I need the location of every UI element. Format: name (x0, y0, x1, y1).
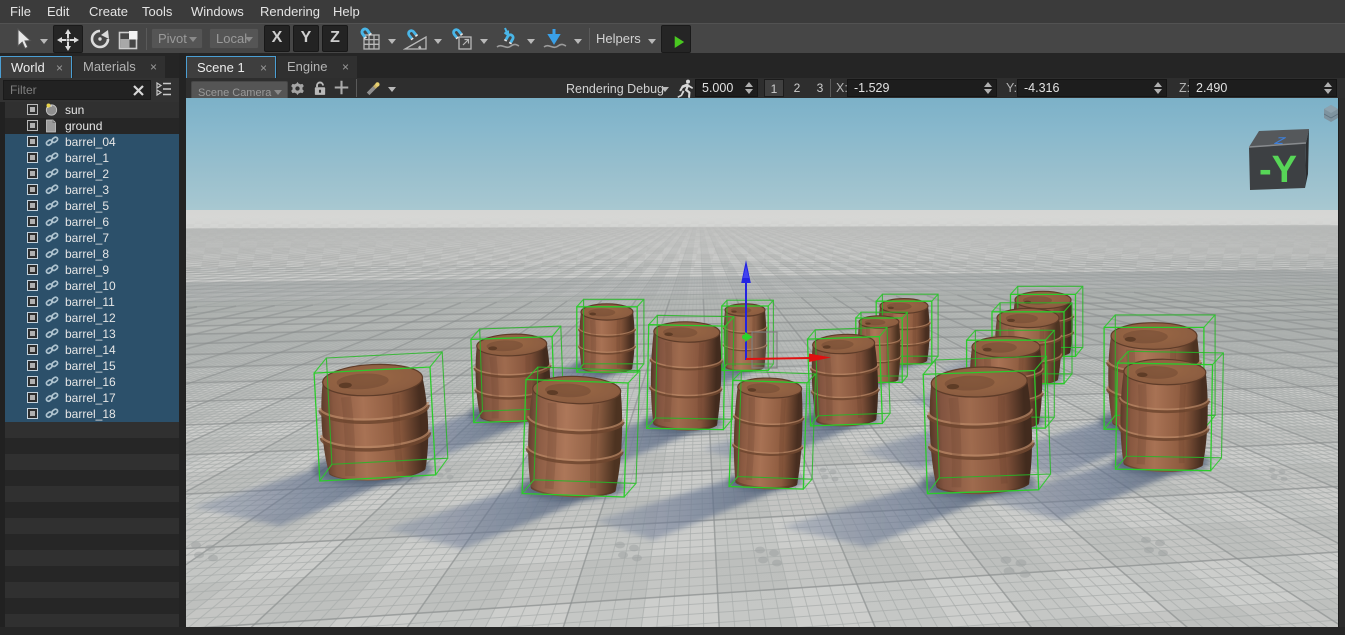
svg-text:-Y: -Y (1259, 149, 1297, 191)
